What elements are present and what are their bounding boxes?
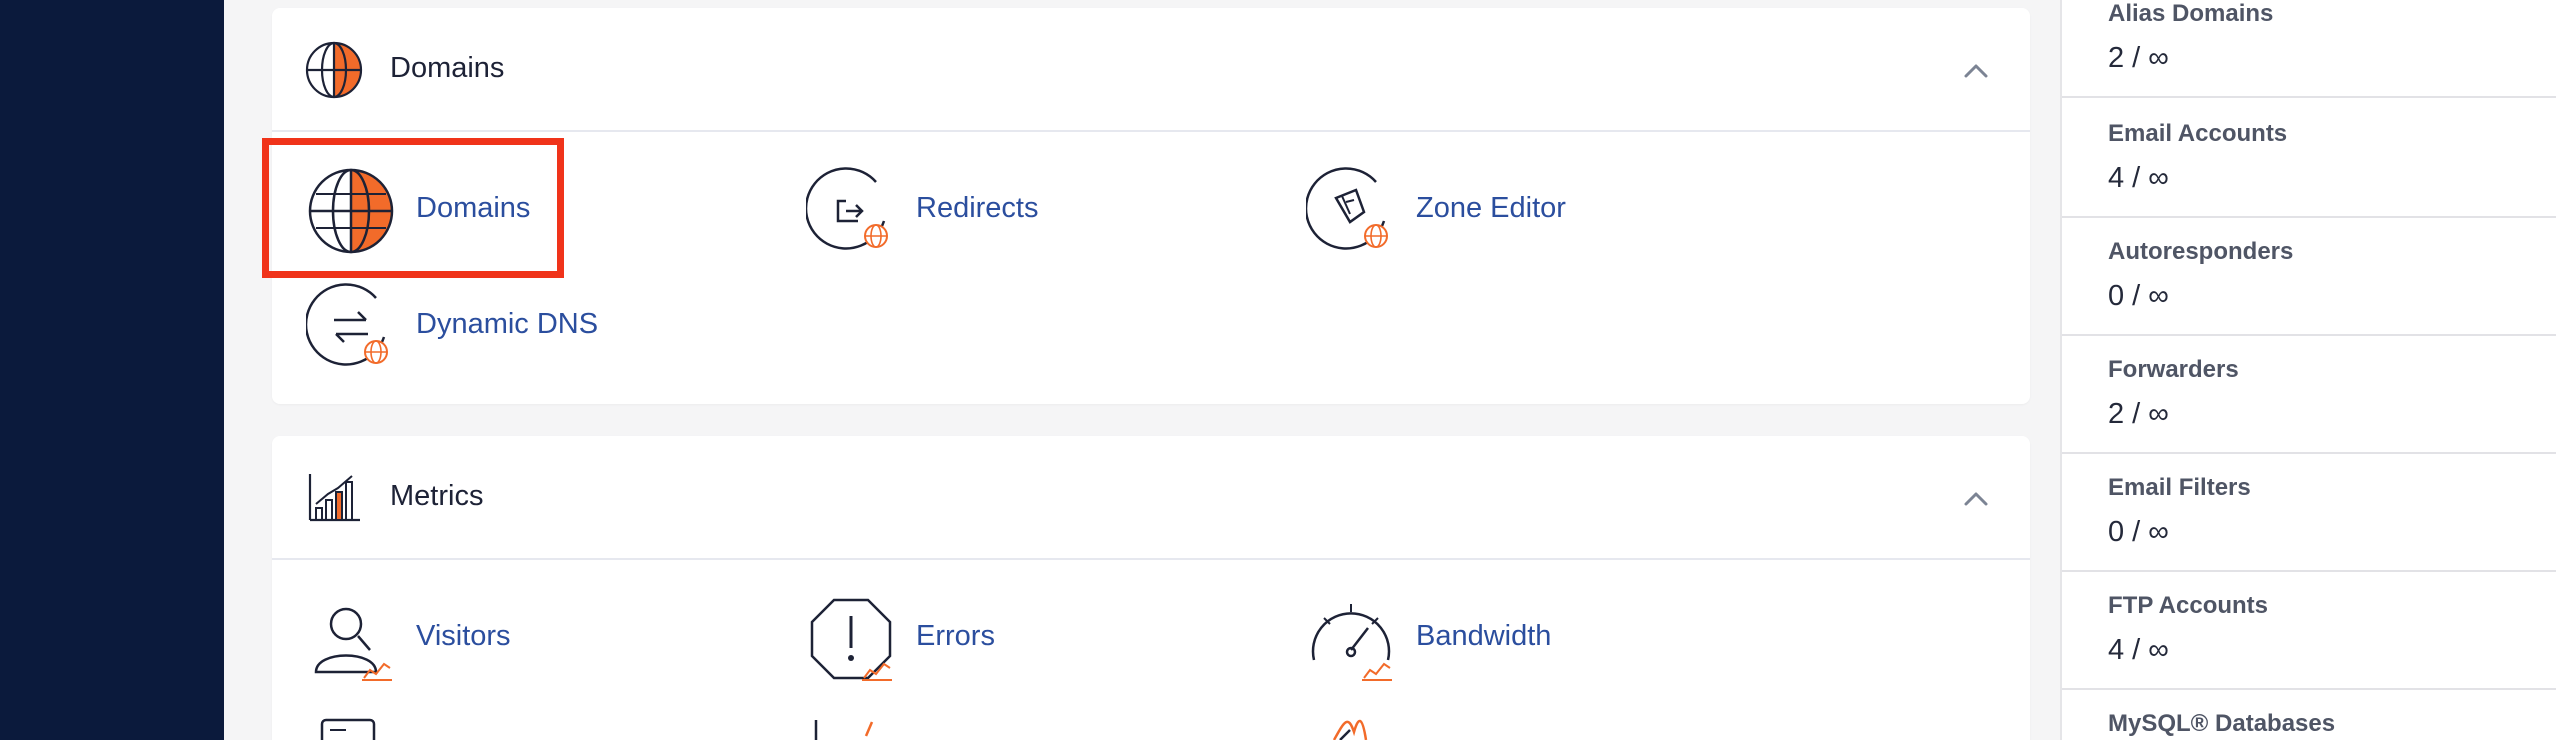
dynamic-dns-tool-label: Dynamic DNS bbox=[416, 308, 599, 340]
analytics-icon[interactable] bbox=[1330, 712, 1390, 740]
domains-section-header[interactable]: Domains bbox=[272, 8, 2030, 132]
metrics-chart-icon bbox=[308, 474, 360, 522]
chevron-up-icon[interactable] bbox=[1960, 54, 1992, 86]
metrics-section-title: Metrics bbox=[390, 480, 484, 512]
bandwidth-tool-link[interactable]: Bandwidth bbox=[1306, 594, 1576, 684]
errors-tool-label: Errors bbox=[916, 620, 995, 652]
left-navigation-sidebar bbox=[0, 0, 224, 740]
stat-value: 2 / ∞ bbox=[2108, 42, 2169, 74]
stat-label: Email Accounts bbox=[2108, 120, 2288, 147]
metrics-section-header[interactable]: Metrics bbox=[272, 436, 2030, 560]
dynamic-dns-tool-link[interactable]: Dynamic DNS bbox=[306, 282, 606, 372]
redirect-icon bbox=[806, 167, 888, 250]
stat-autoresponders: Autoresponders 0 / ∞ bbox=[2062, 218, 2556, 336]
stat-label: Forwarders bbox=[2108, 356, 2239, 383]
dynamic-dns-icon bbox=[306, 283, 388, 366]
stat-mysql-databases: MySQL® Databases bbox=[2062, 690, 2556, 740]
raw-access-icon[interactable] bbox=[316, 716, 386, 740]
stat-label: Email Filters bbox=[2108, 474, 2251, 501]
visitors-tool-link[interactable]: Visitors bbox=[306, 594, 556, 684]
errors-tool-link[interactable]: Errors bbox=[806, 594, 1046, 684]
stat-label: Autoresponders bbox=[2108, 238, 2294, 265]
stat-value: 0 / ∞ bbox=[2108, 516, 2169, 548]
bandwidth-icon bbox=[1311, 604, 1392, 681]
stat-label: MySQL® Databases bbox=[2108, 710, 2336, 737]
chevron-up-icon[interactable] bbox=[1960, 482, 1992, 514]
stat-value: 2 / ∞ bbox=[2108, 398, 2169, 430]
metrics-section: Metrics bbox=[272, 436, 2030, 740]
visitors-icon bbox=[314, 607, 392, 681]
stat-email-accounts: Email Accounts 4 / ∞ bbox=[2062, 100, 2556, 218]
redirects-tool-link[interactable]: Redirects bbox=[806, 166, 1066, 256]
stat-value: 4 / ∞ bbox=[2108, 634, 2169, 666]
stat-label: FTP Accounts bbox=[2108, 592, 2269, 619]
stat-value: 4 / ∞ bbox=[2108, 162, 2169, 194]
stat-value: 0 / ∞ bbox=[2108, 280, 2169, 312]
awstats-icon[interactable] bbox=[808, 716, 888, 740]
bandwidth-tool-label: Bandwidth bbox=[1416, 620, 1552, 652]
zone-editor-tool-link[interactable]: Zone Editor bbox=[1306, 166, 1596, 256]
errors-icon bbox=[810, 598, 892, 681]
globe-icon bbox=[305, 41, 363, 99]
zone-editor-tool-label: Zone Editor bbox=[1416, 192, 1566, 224]
highlight-box bbox=[262, 138, 564, 278]
stat-alias-domains: Alias Domains 2 / ∞ bbox=[2062, 0, 2556, 98]
zone-editor-icon bbox=[1306, 167, 1388, 250]
visitors-tool-label: Visitors bbox=[416, 620, 511, 652]
stat-forwarders: Forwarders 2 / ∞ bbox=[2062, 336, 2556, 454]
domains-section-title: Domains bbox=[390, 52, 505, 84]
stat-email-filters: Email Filters 0 / ∞ bbox=[2062, 454, 2556, 572]
redirects-tool-label: Redirects bbox=[916, 192, 1039, 224]
stat-ftp-accounts: FTP Accounts 4 / ∞ bbox=[2062, 572, 2556, 690]
stat-label: Alias Domains bbox=[2108, 0, 2274, 27]
